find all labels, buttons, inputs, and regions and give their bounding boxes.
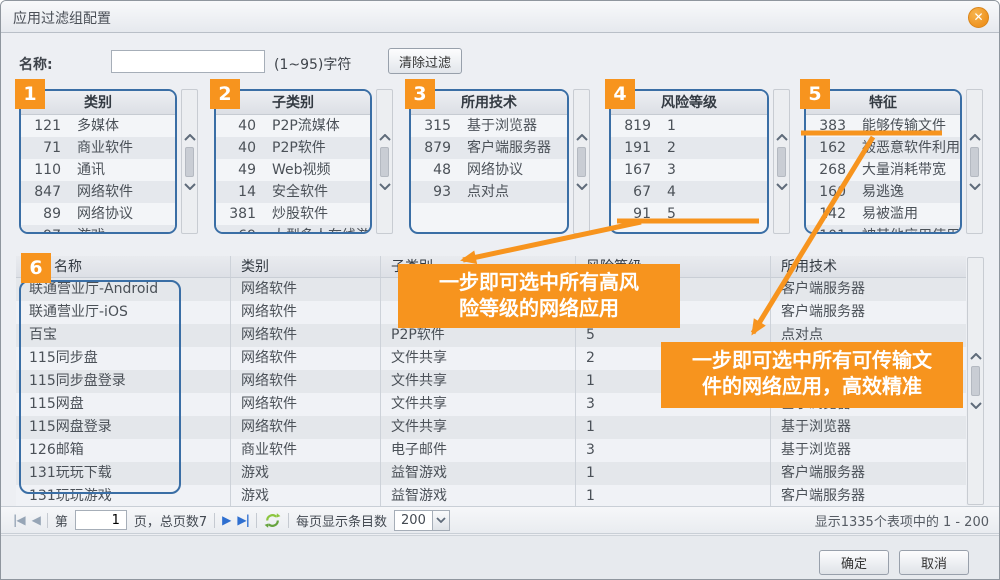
table-row[interactable]: 131玩玩游戏游戏益智游戏1客户端服务器 [16,485,966,506]
step-badge-5: 5 [800,79,830,109]
panel-scrollbar[interactable] [966,89,983,234]
panel-row[interactable]: 93点对点 [411,181,567,203]
panel-row[interactable]: 879客户端服务器 [411,137,567,159]
column-header: 类别 [231,256,381,277]
page-suffix: 页，总页数7 [134,511,207,530]
next-page-icon[interactable]: ▶ [222,513,230,527]
close-icon[interactable]: ✕ [968,7,989,28]
per-page-select[interactable]: 200 [394,510,450,531]
step-badge-2: 2 [210,79,240,109]
panel-row[interactable]: 381炒股软件 [216,203,370,225]
filter-panel-group-5: 5 特征 383能够传输文件162被恶意软件利用268大量消耗带宽160易逃逸1… [804,89,962,234]
panel-row[interactable]: 383能够传输文件 [806,115,960,137]
chevron-down-icon[interactable] [969,183,981,190]
panel-row[interactable]: 315基于浏览器 [411,115,567,137]
scroll-thumb[interactable] [185,147,194,177]
panel-row[interactable]: 97游戏 [21,225,175,234]
panel-row[interactable]: 101被其他应用使用 [806,225,960,234]
panel-row[interactable]: 40P2P软件 [216,137,370,159]
scroll-thumb[interactable] [971,366,980,396]
table-row[interactable]: 126邮箱商业软件电子邮件3基于浏览器 [16,439,966,462]
per-page-label: 每页显示条目数 [296,511,387,530]
chevron-up-icon[interactable] [776,134,788,141]
dialog-title: 应用过滤组配置 [13,8,111,28]
scroll-thumb[interactable] [970,147,979,177]
panel-row[interactable]: 49Web视频 [216,159,370,181]
page-prefix: 第 [55,511,68,530]
first-page-icon[interactable]: |◀ [13,513,25,527]
table-row[interactable]: 115网盘登录网络软件文件共享1基于浏览器 [16,416,966,439]
table-scrollbar[interactable] [967,257,984,505]
chevron-down-icon[interactable] [970,402,982,409]
panel-row[interactable]: 48网络协议 [411,159,567,181]
cancel-button[interactable]: 取消 [899,550,969,575]
callout-high-risk: 一步即可选中所有高风 险等级的网络应用 [398,264,680,328]
step-badge-6: 6 [21,253,51,283]
dialog-titlebar: 应用过滤组配置 ✕ [1,1,999,33]
panel-scrollbar[interactable] [573,89,590,234]
table-row[interactable]: 131玩玩下载游戏益智游戏1客户端服务器 [16,462,966,485]
panel-2: 子类别 40P2P流媒体40P2P软件49Web视频14安全软件381炒股软件6… [214,89,372,234]
panel-row[interactable]: 121多媒体 [21,115,175,137]
filter-panel-group-3: 3 所用技术 315基于浏览器879客户端服务器48网络协议93点对点 [409,89,569,234]
last-page-icon[interactable]: ▶| [237,513,249,527]
panel-scrollbar[interactable] [181,89,198,234]
panel-row[interactable]: 915 [611,203,767,225]
panel-scrollbar[interactable] [376,89,393,234]
results-summary: 显示1335个表项中的 1 - 200 [815,511,989,530]
name-input[interactable] [111,50,265,73]
panel-row[interactable]: 40P2P流媒体 [216,115,370,137]
panel-row[interactable]: 268大量消耗带宽 [806,159,960,181]
panel-row[interactable]: 69大型多人在线游戏 [216,225,370,234]
chevron-up-icon[interactable] [184,134,196,141]
panel-row[interactable]: 71商业软件 [21,137,175,159]
panel-row[interactable]: 142易被滥用 [806,203,960,225]
pagination-bar: |◀ ◀ 第 页，总页数7 ▶ ▶| 每页显示条目数 200 显示1335个表项… [1,506,1000,534]
chevron-down-icon [432,511,449,530]
filter-panel-group-1: 1 类别 121多媒体71商业软件110通讯847网络软件89网络协议97游戏 [19,89,177,234]
chevron-up-icon[interactable] [576,134,588,141]
filter-panel-group-2: 2 子类别 40P2P流媒体40P2P软件49Web视频14安全软件381炒股软… [214,89,372,234]
panel-row[interactable]: 14安全软件 [216,181,370,203]
panel-1: 类别 121多媒体71商业软件110通讯847网络软件89网络协议97游戏 [19,89,177,234]
scroll-thumb[interactable] [777,147,786,177]
panel-row[interactable]: 674 [611,181,767,203]
refresh-icon[interactable] [264,512,281,529]
page-number-input[interactable] [75,510,127,530]
dialog-footer: 确定 取消 [1,535,1000,580]
panel-row[interactable]: 847网络软件 [21,181,175,203]
panel-row[interactable]: 1673 [611,159,767,181]
panel-3: 所用技术 315基于浏览器879客户端服务器48网络协议93点对点 [409,89,569,234]
column-header: 所用技术 [771,256,966,277]
chevron-up-icon[interactable] [970,353,982,360]
scroll-thumb[interactable] [380,147,389,177]
chevron-down-icon[interactable] [379,183,391,190]
chevron-up-icon[interactable] [969,134,981,141]
ok-button[interactable]: 确定 [819,550,889,575]
clear-filter-button[interactable]: 清除过滤 [388,48,462,74]
prev-page-icon[interactable]: ◀ [32,513,40,527]
step-badge-4: 4 [605,79,635,109]
panel-4: 风险等级 819119121673674915 [609,89,769,234]
name-length-hint: (1~95)字符 [274,54,351,74]
chevron-down-icon[interactable] [184,183,196,190]
callout-file-transfer: 一步即可选中所有可传输文 件的网络应用，高效精准 [661,342,963,408]
step-badge-1: 1 [15,79,45,109]
panel-row[interactable]: 8191 [611,115,767,137]
panel-row[interactable]: 110通讯 [21,159,175,181]
scroll-thumb[interactable] [577,147,586,177]
step-badge-3: 3 [405,79,435,109]
panel-row[interactable]: 1912 [611,137,767,159]
chevron-down-icon[interactable] [576,183,588,190]
panel-5: 特征 383能够传输文件162被恶意软件利用268大量消耗带宽160易逃逸142… [804,89,962,234]
filter-panel-group-4: 4 风险等级 819119121673674915 [609,89,769,234]
panel-row[interactable]: 162被恶意软件利用 [806,137,960,159]
app-filter-group-dialog: 应用过滤组配置 ✕ 名称: (1~95)字符 清除过滤 1 类别 121多媒体7… [0,0,1000,580]
name-label: 名称: [19,54,53,74]
panel-row[interactable]: 89网络协议 [21,203,175,225]
panel-row[interactable]: 160易逃逸 [806,181,960,203]
chevron-up-icon[interactable] [379,134,391,141]
chevron-down-icon[interactable] [776,183,788,190]
panel-scrollbar[interactable] [773,89,790,234]
